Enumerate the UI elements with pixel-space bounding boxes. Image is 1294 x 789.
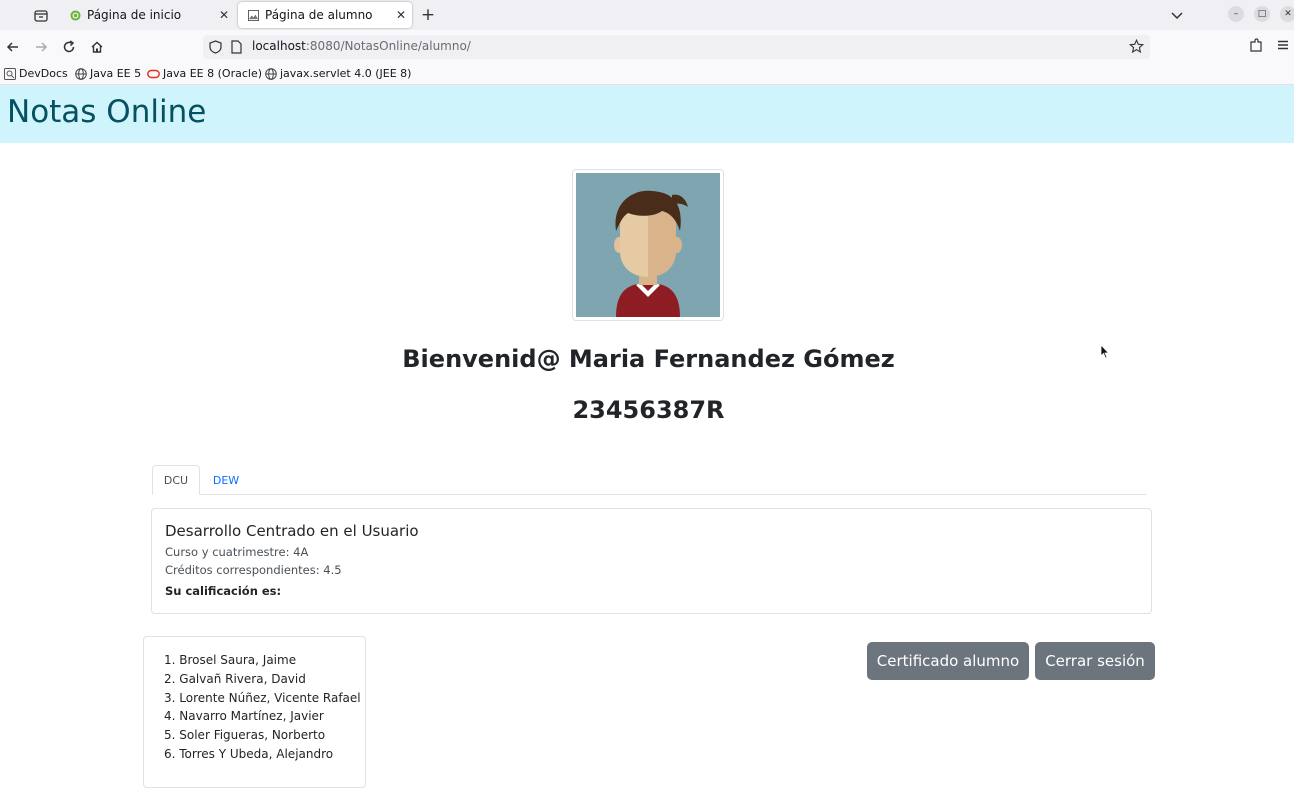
student-dni: 23456387R bbox=[572, 396, 725, 424]
menu-icon[interactable] bbox=[1276, 38, 1290, 52]
professor-name: Soler Figueras, Norberto bbox=[179, 728, 326, 743]
tab-title: Página de alumno bbox=[265, 8, 373, 22]
home-icon[interactable] bbox=[87, 37, 107, 57]
browser-tab-bar: Página de inicio ✕ Página de alumno ✕ + … bbox=[0, 0, 1294, 30]
extensions-icon[interactable] bbox=[1248, 38, 1264, 54]
bookmark-javax-servlet[interactable]: javax.servlet 4.0 (JEE 8) bbox=[265, 67, 411, 80]
bookmark-java-ee-8-oracle[interactable]: Java EE 8 (Oracle) bbox=[147, 67, 262, 80]
site-header: Notas Online bbox=[0, 85, 1294, 143]
grade-label: Su calificación es: bbox=[165, 584, 282, 598]
professors-list: 1. Brosel Saura, Jaime 2. Galvañ Rivera,… bbox=[164, 651, 361, 764]
tab-dew[interactable]: DEW bbox=[205, 465, 247, 495]
shield-icon[interactable] bbox=[209, 40, 222, 54]
professor-name: Navarro Martínez, Javier bbox=[179, 709, 324, 724]
list-item: 6. Torres Y Ubeda, Alejandro bbox=[164, 746, 334, 761]
list-item: 5. Soler Figueras, Norberto bbox=[164, 728, 326, 743]
globe-icon bbox=[75, 67, 87, 80]
spring-favicon-icon bbox=[70, 9, 81, 21]
bookmark-label: Java EE 5 bbox=[90, 67, 142, 80]
professors-box: 1. Brosel Saura, Jaime 2. Galvañ Rivera,… bbox=[143, 636, 366, 788]
tab-title: Página de inicio bbox=[87, 8, 182, 22]
url-text[interactable]: localhost:8080/NotasOnline/alumno/ bbox=[252, 39, 471, 53]
browser-tab-alumno[interactable]: Página de alumno ✕ bbox=[238, 2, 412, 28]
list-item: 2. Galvañ Rivera, David bbox=[164, 671, 306, 686]
mouse-cursor-icon bbox=[1100, 344, 1110, 359]
chevron-down-icon[interactable] bbox=[1168, 6, 1186, 24]
avatar bbox=[572, 169, 724, 321]
tab-dcu[interactable]: DCU bbox=[152, 465, 200, 495]
tab-close-icon[interactable]: ✕ bbox=[213, 8, 235, 22]
list-item: 3. Lorente Núñez, Vicente Rafael bbox=[164, 690, 361, 705]
browser-nav-bar: localhost:8080/NotasOnline/alumno/ bbox=[0, 30, 1294, 64]
subject-credits: Créditos correspondientes: 4.5 bbox=[165, 563, 342, 577]
image-favicon-icon bbox=[248, 9, 259, 21]
professor-name: Torres Y Ubeda, Alejandro bbox=[179, 746, 334, 761]
back-arrow-icon[interactable] bbox=[3, 37, 23, 57]
globe-icon bbox=[265, 67, 277, 80]
maximize-button[interactable]: □ bbox=[1254, 6, 1270, 22]
url-path: :8080/NotasOnline/alumno/ bbox=[305, 39, 471, 53]
close-window-button[interactable]: ✕ bbox=[1280, 6, 1294, 22]
list-item: 1. Brosel Saura, Jaime bbox=[164, 653, 297, 667]
url-host: localhost bbox=[252, 39, 306, 53]
bookmark-label: Java EE 8 (Oracle) bbox=[163, 67, 262, 80]
subject-course: Curso y cuatrimestre: 4A bbox=[165, 545, 309, 559]
tab-list-icon[interactable] bbox=[30, 5, 52, 25]
subject-name: Desarrollo Centrado en el Usuario bbox=[165, 522, 419, 540]
professor-name: Lorente Núñez, Vicente Rafael bbox=[179, 690, 361, 705]
devdocs-icon bbox=[4, 67, 16, 80]
bookmark-star-icon[interactable] bbox=[1129, 39, 1144, 54]
bookmarks-bar: DevDocs Java EE 5 Java EE 8 (Oracle) jav… bbox=[0, 64, 1294, 85]
tab-close-icon[interactable]: ✕ bbox=[390, 8, 412, 22]
forward-arrow-icon[interactable] bbox=[31, 37, 51, 57]
professor-name: Galvañ Rivera, David bbox=[179, 671, 306, 686]
certificate-button[interactable]: Certificado alumno bbox=[867, 642, 1029, 680]
site-title: Notas Online bbox=[7, 94, 207, 130]
bookmark-label: javax.servlet 4.0 (JEE 8) bbox=[280, 67, 412, 80]
list-item: 4. Navarro Martínez, Javier bbox=[164, 709, 324, 724]
logout-button[interactable]: Cerrar sesión bbox=[1035, 642, 1155, 680]
minimize-button[interactable]: – bbox=[1228, 6, 1244, 22]
oracle-icon bbox=[147, 69, 160, 78]
page-icon[interactable] bbox=[231, 40, 242, 54]
address-bar[interactable]: localhost:8080/NotasOnline/alumno/ bbox=[203, 35, 1150, 59]
new-tab-button[interactable]: + bbox=[418, 4, 438, 26]
tabs-divider bbox=[152, 494, 1146, 495]
bookmark-devdocs[interactable]: DevDocs bbox=[4, 67, 68, 80]
student-avatar-icon bbox=[576, 173, 720, 317]
subject-card: Desarrollo Centrado en el Usuario Curso … bbox=[151, 508, 1152, 614]
bookmark-java-ee-5[interactable]: Java EE 5 bbox=[75, 67, 141, 80]
reload-icon[interactable] bbox=[59, 37, 79, 57]
bookmark-label: DevDocs bbox=[19, 67, 68, 80]
browser-tab-inicio[interactable]: Página de inicio ✕ bbox=[60, 2, 235, 28]
professor-name: Brosel Saura, Jaime bbox=[179, 653, 297, 667]
